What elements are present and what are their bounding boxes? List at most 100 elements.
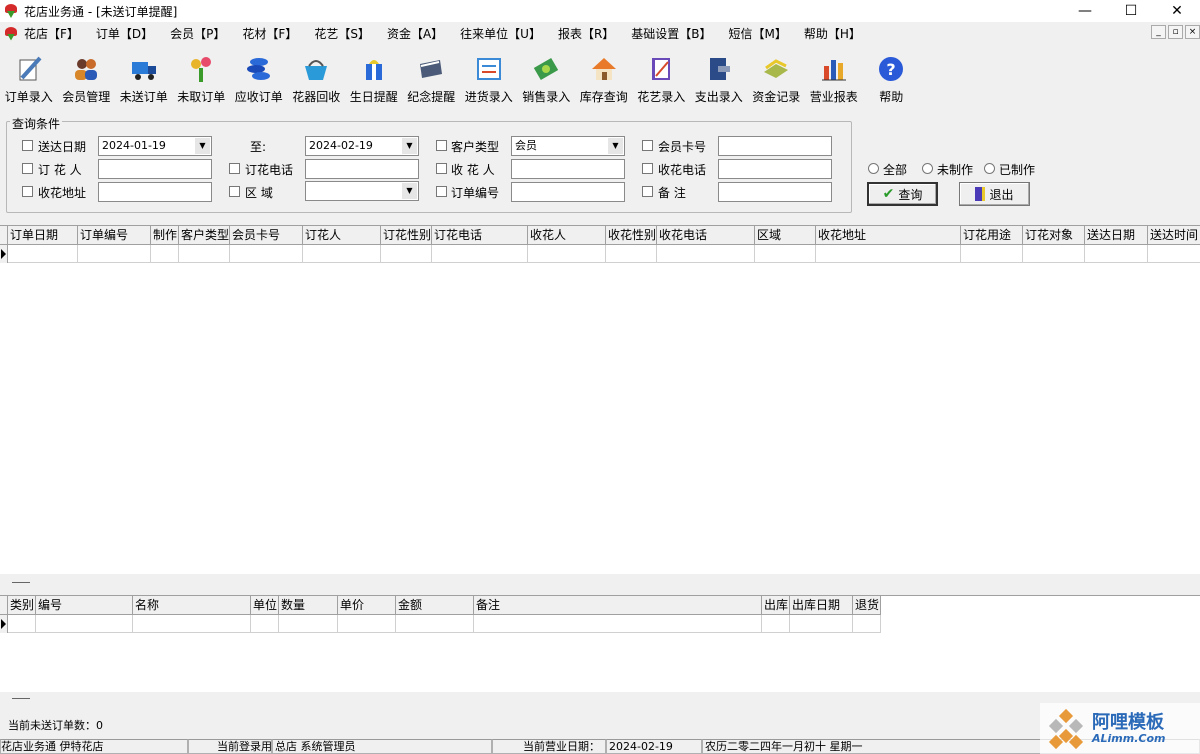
table-cell[interactable] (755, 245, 816, 263)
table-cell[interactable] (381, 245, 432, 263)
column-header[interactable]: 退货 (853, 596, 881, 615)
column-header[interactable]: 数量 (279, 596, 338, 615)
column-header[interactable]: 区域 (755, 226, 816, 245)
menu-reports[interactable]: 报表【R】 (558, 25, 614, 42)
member-card-checkbox[interactable] (642, 140, 653, 151)
table-cell[interactable] (78, 245, 151, 263)
address-input[interactable] (98, 182, 212, 202)
orderer-input[interactable] (98, 159, 212, 179)
menu-sms[interactable]: 短信【M】 (729, 25, 787, 42)
column-header[interactable]: 单位 (251, 596, 279, 615)
table-cell[interactable] (179, 245, 230, 263)
menu-funds[interactable]: 资金【A】 (387, 25, 443, 42)
app-menu-icon[interactable] (4, 26, 18, 41)
remark-checkbox[interactable] (642, 186, 653, 197)
table-cell[interactable] (8, 615, 36, 633)
send-date-checkbox[interactable] (22, 140, 33, 151)
filter-made-radio[interactable] (984, 163, 995, 174)
table-cell[interactable] (853, 615, 881, 633)
table-cell[interactable] (251, 615, 279, 633)
toolbar-button-basket[interactable]: 花器回收 (288, 46, 346, 104)
toolbar-button-money[interactable]: 销售录入 (518, 46, 576, 104)
column-header[interactable]: 收花电话 (657, 226, 755, 245)
toolbar-button-pen-document[interactable]: 订单录入 (0, 46, 58, 104)
filter-unmade-radio[interactable] (922, 163, 933, 174)
member-card-input[interactable] (718, 136, 832, 156)
receiver-input[interactable] (511, 159, 625, 179)
table-cell[interactable] (432, 245, 528, 263)
maximize-button[interactable]: ☐ (1108, 0, 1154, 22)
menu-order[interactable]: 订单【D】 (96, 25, 153, 42)
column-header[interactable]: 订单日期 (8, 226, 78, 245)
menu-material[interactable]: 花材【F】 (242, 25, 297, 42)
menu-partners[interactable]: 往来单位【U】 (460, 25, 541, 42)
orderer-checkbox[interactable] (22, 163, 33, 174)
column-header[interactable]: 订花对象 (1023, 226, 1085, 245)
toolbar-button-cash[interactable]: 资金记录 (748, 46, 806, 104)
column-header[interactable]: 订花电话 (432, 226, 528, 245)
column-header[interactable]: 类别 (8, 596, 36, 615)
order-phone-input[interactable] (305, 159, 419, 179)
mdi-close-button[interactable]: × (1185, 25, 1200, 39)
table-cell[interactable] (762, 615, 790, 633)
table-cell[interactable] (279, 615, 338, 633)
table-cell[interactable] (528, 245, 606, 263)
customer-type-checkbox[interactable] (436, 140, 447, 151)
menu-member[interactable]: 会员【P】 (170, 25, 225, 42)
column-header[interactable]: 制作 (151, 226, 179, 245)
chevron-down-icon[interactable]: ▼ (608, 138, 623, 154)
order-no-input[interactable] (511, 182, 625, 202)
receiver-checkbox[interactable] (436, 163, 447, 174)
column-header[interactable]: 订花用途 (961, 226, 1023, 245)
menu-shop[interactable]: 花店【F】 (24, 25, 79, 42)
splitter-2[interactable] (0, 692, 1200, 708)
column-header[interactable]: 名称 (133, 596, 251, 615)
column-header[interactable]: 备注 (474, 596, 762, 615)
date-to-picker[interactable]: 2024-02-19 ▼ (305, 136, 419, 156)
column-header[interactable]: 收花人 (528, 226, 606, 245)
column-header[interactable]: 金额 (396, 596, 474, 615)
order-no-checkbox[interactable] (436, 186, 447, 197)
column-header[interactable]: 会员卡号 (230, 226, 303, 245)
close-button[interactable]: ✕ (1154, 0, 1200, 22)
chevron-down-icon[interactable]: ▼ (195, 138, 210, 154)
menu-settings[interactable]: 基础设置【B】 (631, 25, 711, 42)
filter-all-radio[interactable] (868, 163, 879, 174)
table-cell[interactable] (1148, 245, 1200, 263)
table-cell[interactable] (474, 615, 762, 633)
column-header[interactable]: 客户类型 (179, 226, 230, 245)
toolbar-button-bar-chart[interactable]: 营业报表 (805, 46, 863, 104)
table-cell[interactable] (606, 245, 657, 263)
table-cell[interactable] (396, 615, 474, 633)
column-header[interactable]: 出库 (762, 596, 790, 615)
area-checkbox[interactable] (229, 186, 240, 197)
column-header[interactable]: 订单编号 (78, 226, 151, 245)
toolbar-button-coins[interactable]: 应收订单 (230, 46, 288, 104)
exit-button[interactable]: 退出 (959, 182, 1030, 206)
toolbar-button-gift[interactable]: 生日提醒 (345, 46, 403, 104)
toolbar-button-invoice[interactable]: 进货录入 (460, 46, 518, 104)
column-header[interactable]: 送达时间 (1148, 226, 1200, 245)
table-cell[interactable] (8, 245, 78, 263)
chevron-down-icon[interactable]: ▼ (402, 138, 417, 154)
toolbar-button-truck[interactable]: 未送订单 (115, 46, 173, 104)
chevron-down-icon[interactable]: ▼ (402, 183, 417, 199)
table-cell[interactable] (303, 245, 381, 263)
table-cell[interactable] (151, 245, 179, 263)
toolbar-button-card[interactable]: 纪念提醒 (403, 46, 461, 104)
toolbar-button-help[interactable]: ? 帮助 (863, 46, 921, 104)
area-select[interactable]: ▼ (305, 181, 419, 201)
table-cell[interactable] (961, 245, 1023, 263)
toolbar-button-wallet[interactable]: 支出录入 (690, 46, 748, 104)
minimize-button[interactable]: — (1062, 0, 1108, 22)
table-row[interactable] (0, 615, 881, 633)
table-cell[interactable] (1085, 245, 1148, 263)
date-from-picker[interactable]: 2024-01-19 ▼ (98, 136, 212, 156)
column-header[interactable]: 订花人 (303, 226, 381, 245)
column-header[interactable]: 收花地址 (816, 226, 961, 245)
mdi-restore-button[interactable]: ▫ (1168, 25, 1183, 39)
table-cell[interactable] (36, 615, 133, 633)
table-cell[interactable] (657, 245, 755, 263)
toolbar-button-house[interactable]: 库存查询 (575, 46, 633, 104)
mdi-minimize-button[interactable]: _ (1151, 25, 1166, 39)
